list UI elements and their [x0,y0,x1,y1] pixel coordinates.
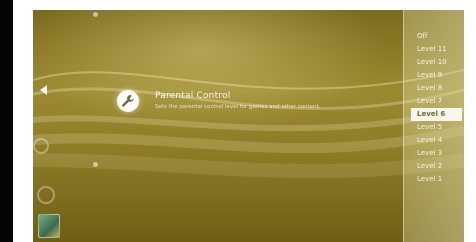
level-option-4[interactable]: Level 4 [414,134,462,147]
background-waves [33,69,464,179]
menu-item-title[interactable]: Parental Control [155,91,230,101]
level-option-5[interactable]: Level 5 [414,121,462,134]
level-option-8[interactable]: Level 8 [414,82,462,95]
level-option-10[interactable]: Level 10 [414,56,462,69]
xmb-screen: Parental Control Sets the parental contr… [33,10,464,242]
column-dot-top [93,12,98,17]
wrench-icon[interactable] [117,90,139,112]
screenshot-frame: Parental Control Sets the parental contr… [0,0,476,242]
sphere-icon[interactable] [37,186,55,204]
level-options-list: Off Level 11 Level 10 Level 9 Level 8 Le… [411,30,462,186]
level-option-2[interactable]: Level 2 [414,160,462,173]
level-option-9[interactable]: Level 9 [414,69,462,82]
left-black-strip [0,0,13,242]
sphere-icon[interactable] [33,138,49,154]
column-dot-bottom [93,162,98,167]
level-options-panel: Off Level 11 Level 10 Level 9 Level 8 Le… [403,10,464,242]
selection-arrow-icon [40,85,47,95]
level-option-1[interactable]: Level 1 [414,173,462,186]
level-option-7[interactable]: Level 7 [414,95,462,108]
menu-item-description: Sets the parental control level for game… [155,104,321,110]
level-option-off[interactable]: Off [414,30,462,43]
level-option-6-selected[interactable]: Level 6 [411,108,462,121]
level-option-11[interactable]: Level 11 [414,43,462,56]
game-icon[interactable] [38,214,60,238]
xmb-category-column [33,10,98,242]
level-option-3[interactable]: Level 3 [414,147,462,160]
